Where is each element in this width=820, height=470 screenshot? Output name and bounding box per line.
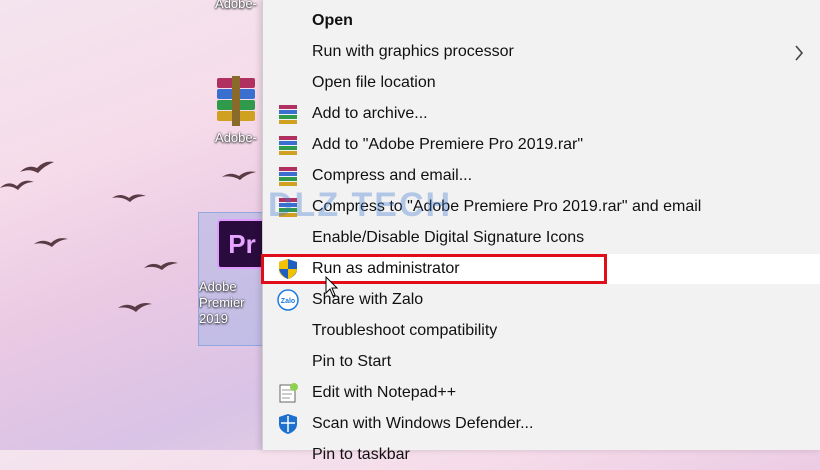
menu-item-label: Open file location [312,74,436,91]
menu-item-add-to-rar[interactable]: Add to "Adobe Premiere Pro 2019.rar" [263,130,820,160]
winrar-icon [279,167,297,186]
menu-item-compress-to-rar-and-email[interactable]: Compress to "Adobe Premiere Pro 2019.rar… [263,192,820,222]
menu-item-label: Compress and email... [312,167,473,184]
bird-silhouette-icon [20,161,54,173]
menu-item-label: Open [312,12,353,29]
menu-item-scan-with-windows-defender[interactable]: Scan with Windows Defender... [263,409,820,439]
menu-item-open[interactable]: Open [263,6,820,36]
menu-item-run-with-graphics-processor[interactable]: Run with graphics processor [263,37,820,67]
bird-silhouette-icon [144,262,178,270]
windows-defender-icon [279,414,297,434]
menu-item-label: Pin to taskbar [312,446,410,463]
menu-item-label: Scan with Windows Defender... [312,415,534,432]
desktop-icon-premiere-pro[interactable]: Pr Adobe Premier 2019 [198,212,267,346]
bird-silhouette-icon [0,180,34,190]
menu-item-label: Enable/Disable Digital Signature Icons [312,229,585,246]
zalo-icon: Zalo [277,289,299,311]
menu-item-share-with-zalo[interactable]: Zalo Share with Zalo [263,285,820,315]
desktop-icon-label: Adobe Premier 2019 [199,279,245,326]
winrar-icon [279,105,297,124]
svg-text:Zalo: Zalo [281,298,295,305]
menu-item-label: Troubleshoot compatibility [312,322,498,339]
bird-silhouette-icon [112,194,146,202]
menu-item-open-file-location[interactable]: Open file location [263,68,820,98]
menu-item-label: Pin to Start [312,353,392,370]
bird-silhouette-icon [222,171,256,180]
menu-item-troubleshoot-compatibility[interactable]: Troubleshoot compatibility [263,316,820,346]
premiere-pro-logo-icon: Pr [217,219,267,269]
menu-item-label: Run with graphics processor [312,43,514,60]
menu-item-pin-to-taskbar[interactable]: Pin to taskbar [263,440,820,470]
mouse-cursor-icon [325,276,339,297]
menu-item-label: Add to "Adobe Premiere Pro 2019.rar" [312,136,584,153]
winrar-icon [279,198,297,217]
menu-item-label: Edit with Notepad++ [312,384,457,401]
notepad-plus-plus-icon [279,383,298,403]
menu-item-run-as-administrator[interactable]: Run as administrator [263,254,820,284]
menu-item-label: Add to archive... [312,105,428,122]
menu-item-compress-and-email[interactable]: Compress and email... [263,161,820,191]
chevron-right-icon [795,45,804,61]
uac-shield-icon [279,259,297,279]
bird-silhouette-icon [118,303,152,312]
menu-item-digital-signature-icons[interactable]: Enable/Disable Digital Signature Icons [263,223,820,253]
menu-item-add-to-archive[interactable]: Add to archive... [263,99,820,129]
context-menu: Open Run with graphics processor Open fi… [262,0,820,463]
bird-silhouette-icon [34,238,68,247]
menu-item-edit-with-notepad-plus-plus[interactable]: Edit with Notepad++ [263,378,820,408]
winrar-icon [279,136,297,155]
menu-item-label: Compress to "Adobe Premiere Pro 2019.rar… [312,198,702,215]
winrar-icon [217,76,255,128]
menu-item-pin-to-start[interactable]: Pin to Start [263,347,820,377]
